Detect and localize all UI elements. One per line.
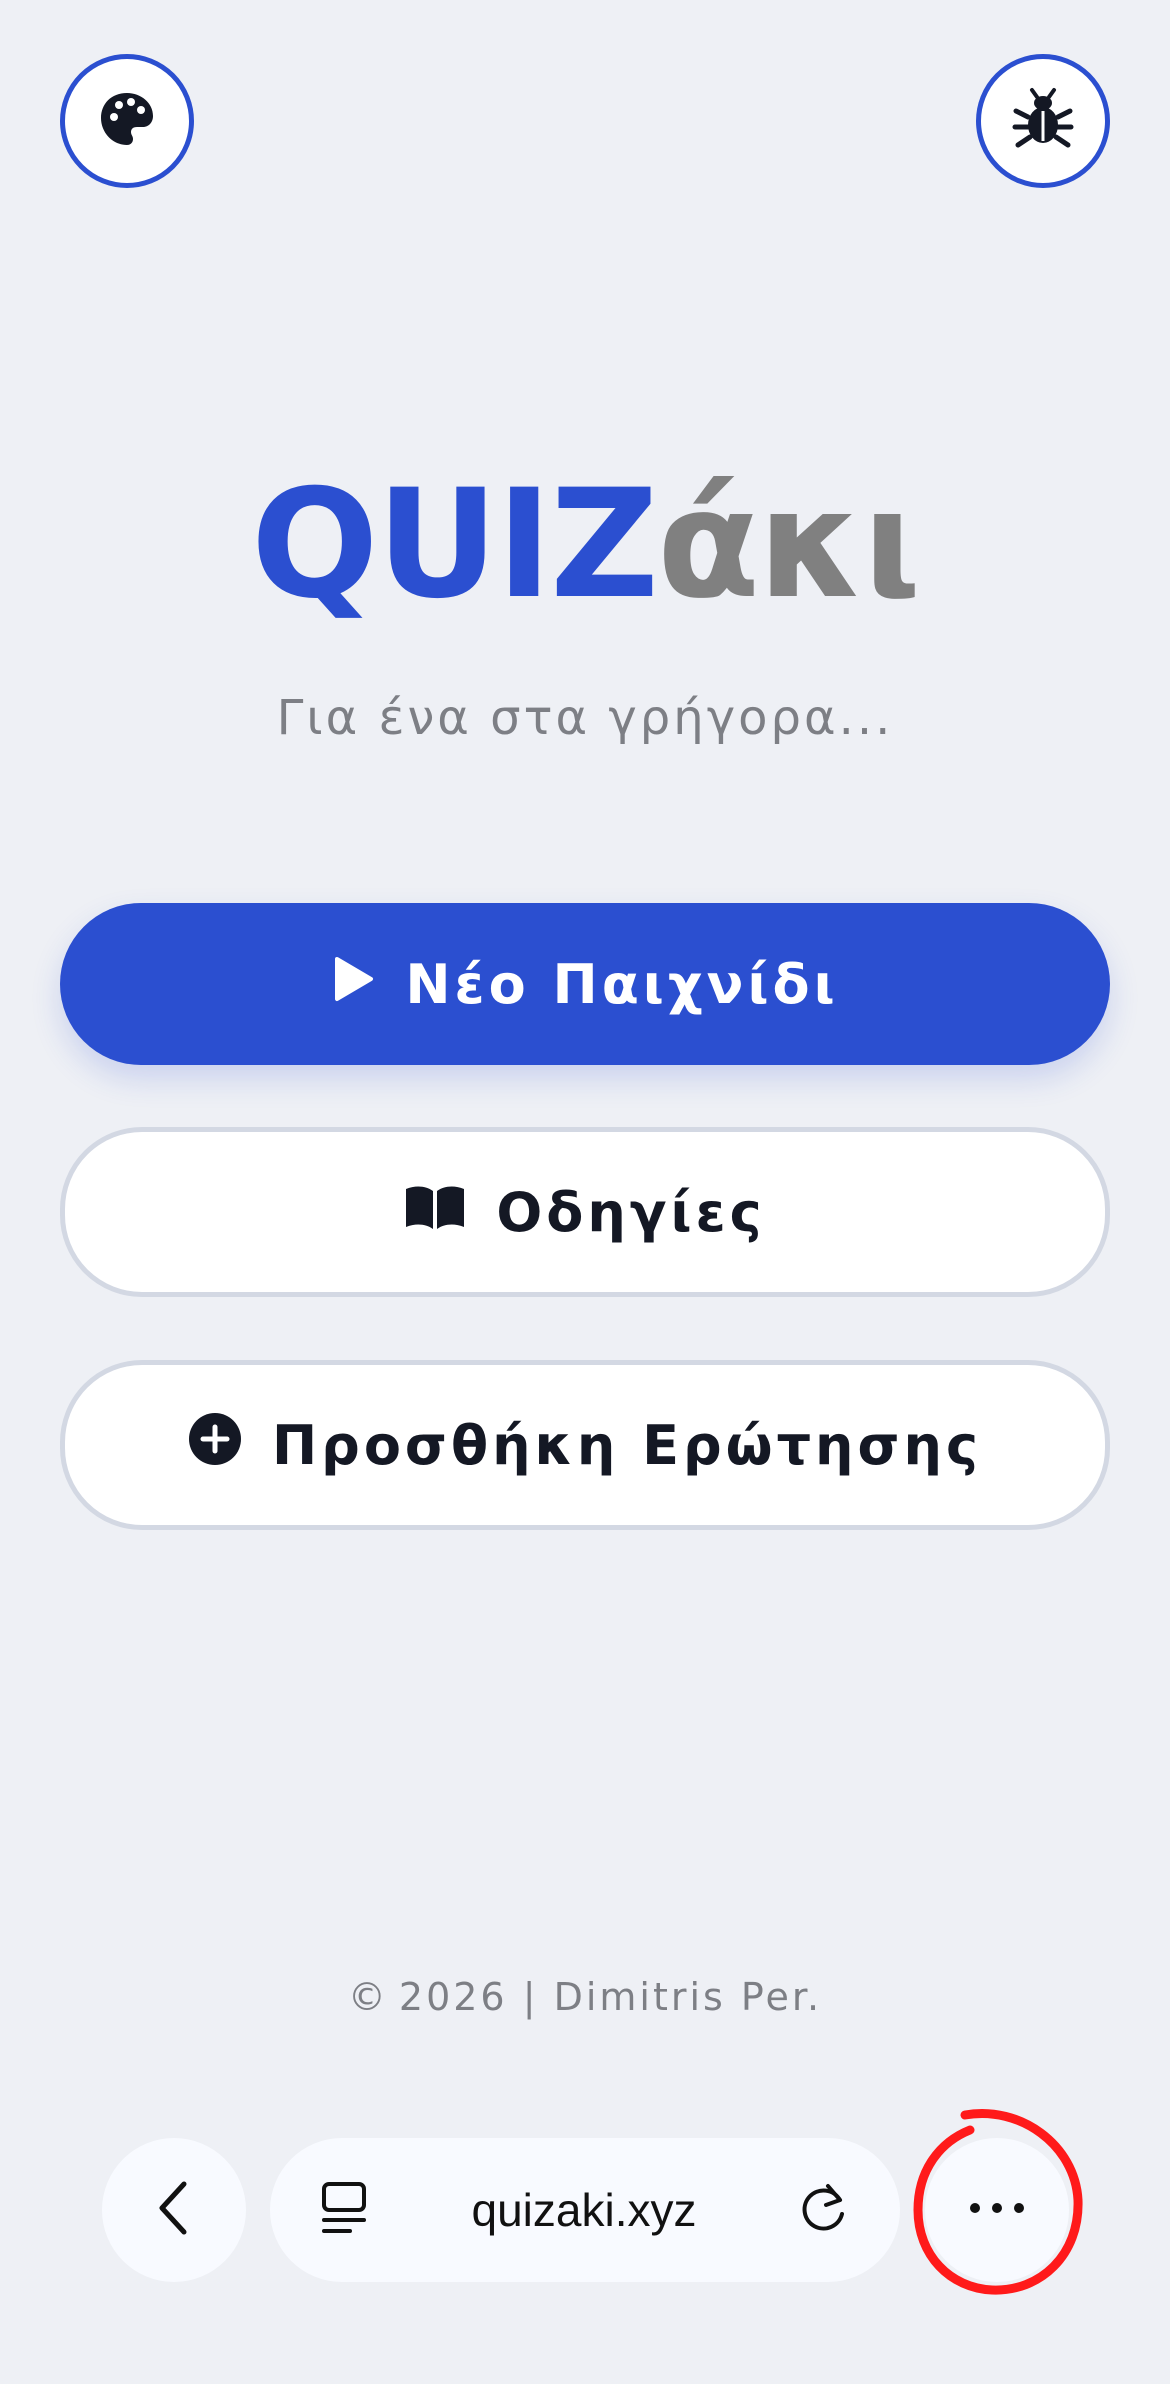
reload-icon[interactable] (798, 2180, 850, 2240)
add-question-label: Προσθήκη Ερώτησης (271, 1413, 983, 1477)
browser-url-bar[interactable]: quizaki.xyz (270, 2138, 900, 2282)
browser-back-button[interactable] (102, 2138, 246, 2282)
browser-more-button[interactable] (925, 2138, 1069, 2282)
logo-part-aki: άκι (656, 458, 921, 632)
book-open-icon (404, 1181, 466, 1244)
app-logo: QUIZάκι (0, 470, 1170, 620)
palette-icon (97, 89, 157, 153)
debug-button[interactable] (976, 54, 1110, 188)
logo-part-quiz: QUIZ (251, 458, 659, 632)
chevron-left-icon (154, 2178, 194, 2242)
app-subtitle: Για ένα στα γρήγορα... (276, 690, 894, 746)
copyright-icon: © (347, 1975, 389, 2019)
plus-circle-icon (188, 1412, 242, 1479)
url-text: quizaki.xyz (471, 2184, 697, 2236)
more-horizontal-icon (967, 2200, 1027, 2220)
new-game-label: Νέο Παιχνίδι (405, 952, 839, 1016)
instructions-button[interactable]: Οδηγίες (60, 1127, 1110, 1297)
tab-overview-icon[interactable] (320, 2180, 370, 2240)
copyright-text: 2026 | Dimitris Per. (398, 1975, 823, 2019)
bug-icon (1011, 87, 1075, 155)
theme-button[interactable] (60, 54, 194, 188)
new-game-button[interactable]: Νέο Παιχνίδι (60, 903, 1110, 1065)
instructions-label: Οδηγίες (496, 1180, 766, 1244)
add-question-button[interactable]: Προσθήκη Ερώτησης (60, 1360, 1110, 1530)
play-icon (331, 953, 375, 1016)
copyright-footer: © 2026 | Dimitris Per. (0, 1975, 1170, 2019)
